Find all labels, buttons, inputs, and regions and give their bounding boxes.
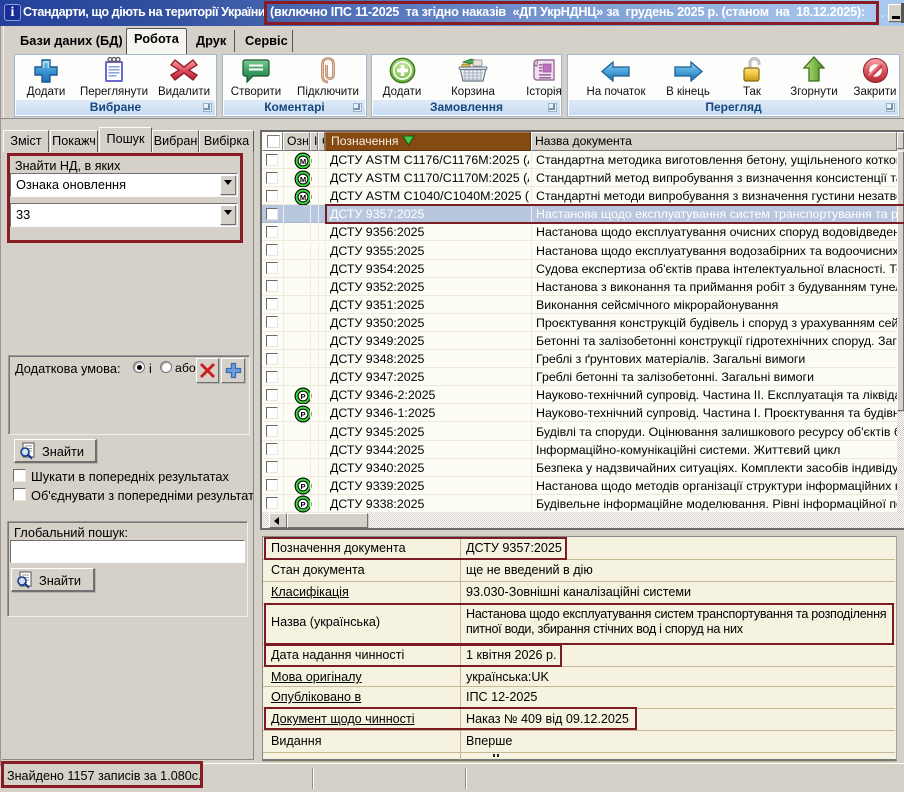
svg-text:P: P [300,410,305,419]
svg-text:P: P [300,482,305,491]
svg-text:M: M [300,174,306,183]
svg-text:M: M [300,156,306,165]
svg-text:P: P [300,500,305,509]
svg-text:M: M [300,192,306,201]
svg-text:P: P [300,392,305,401]
